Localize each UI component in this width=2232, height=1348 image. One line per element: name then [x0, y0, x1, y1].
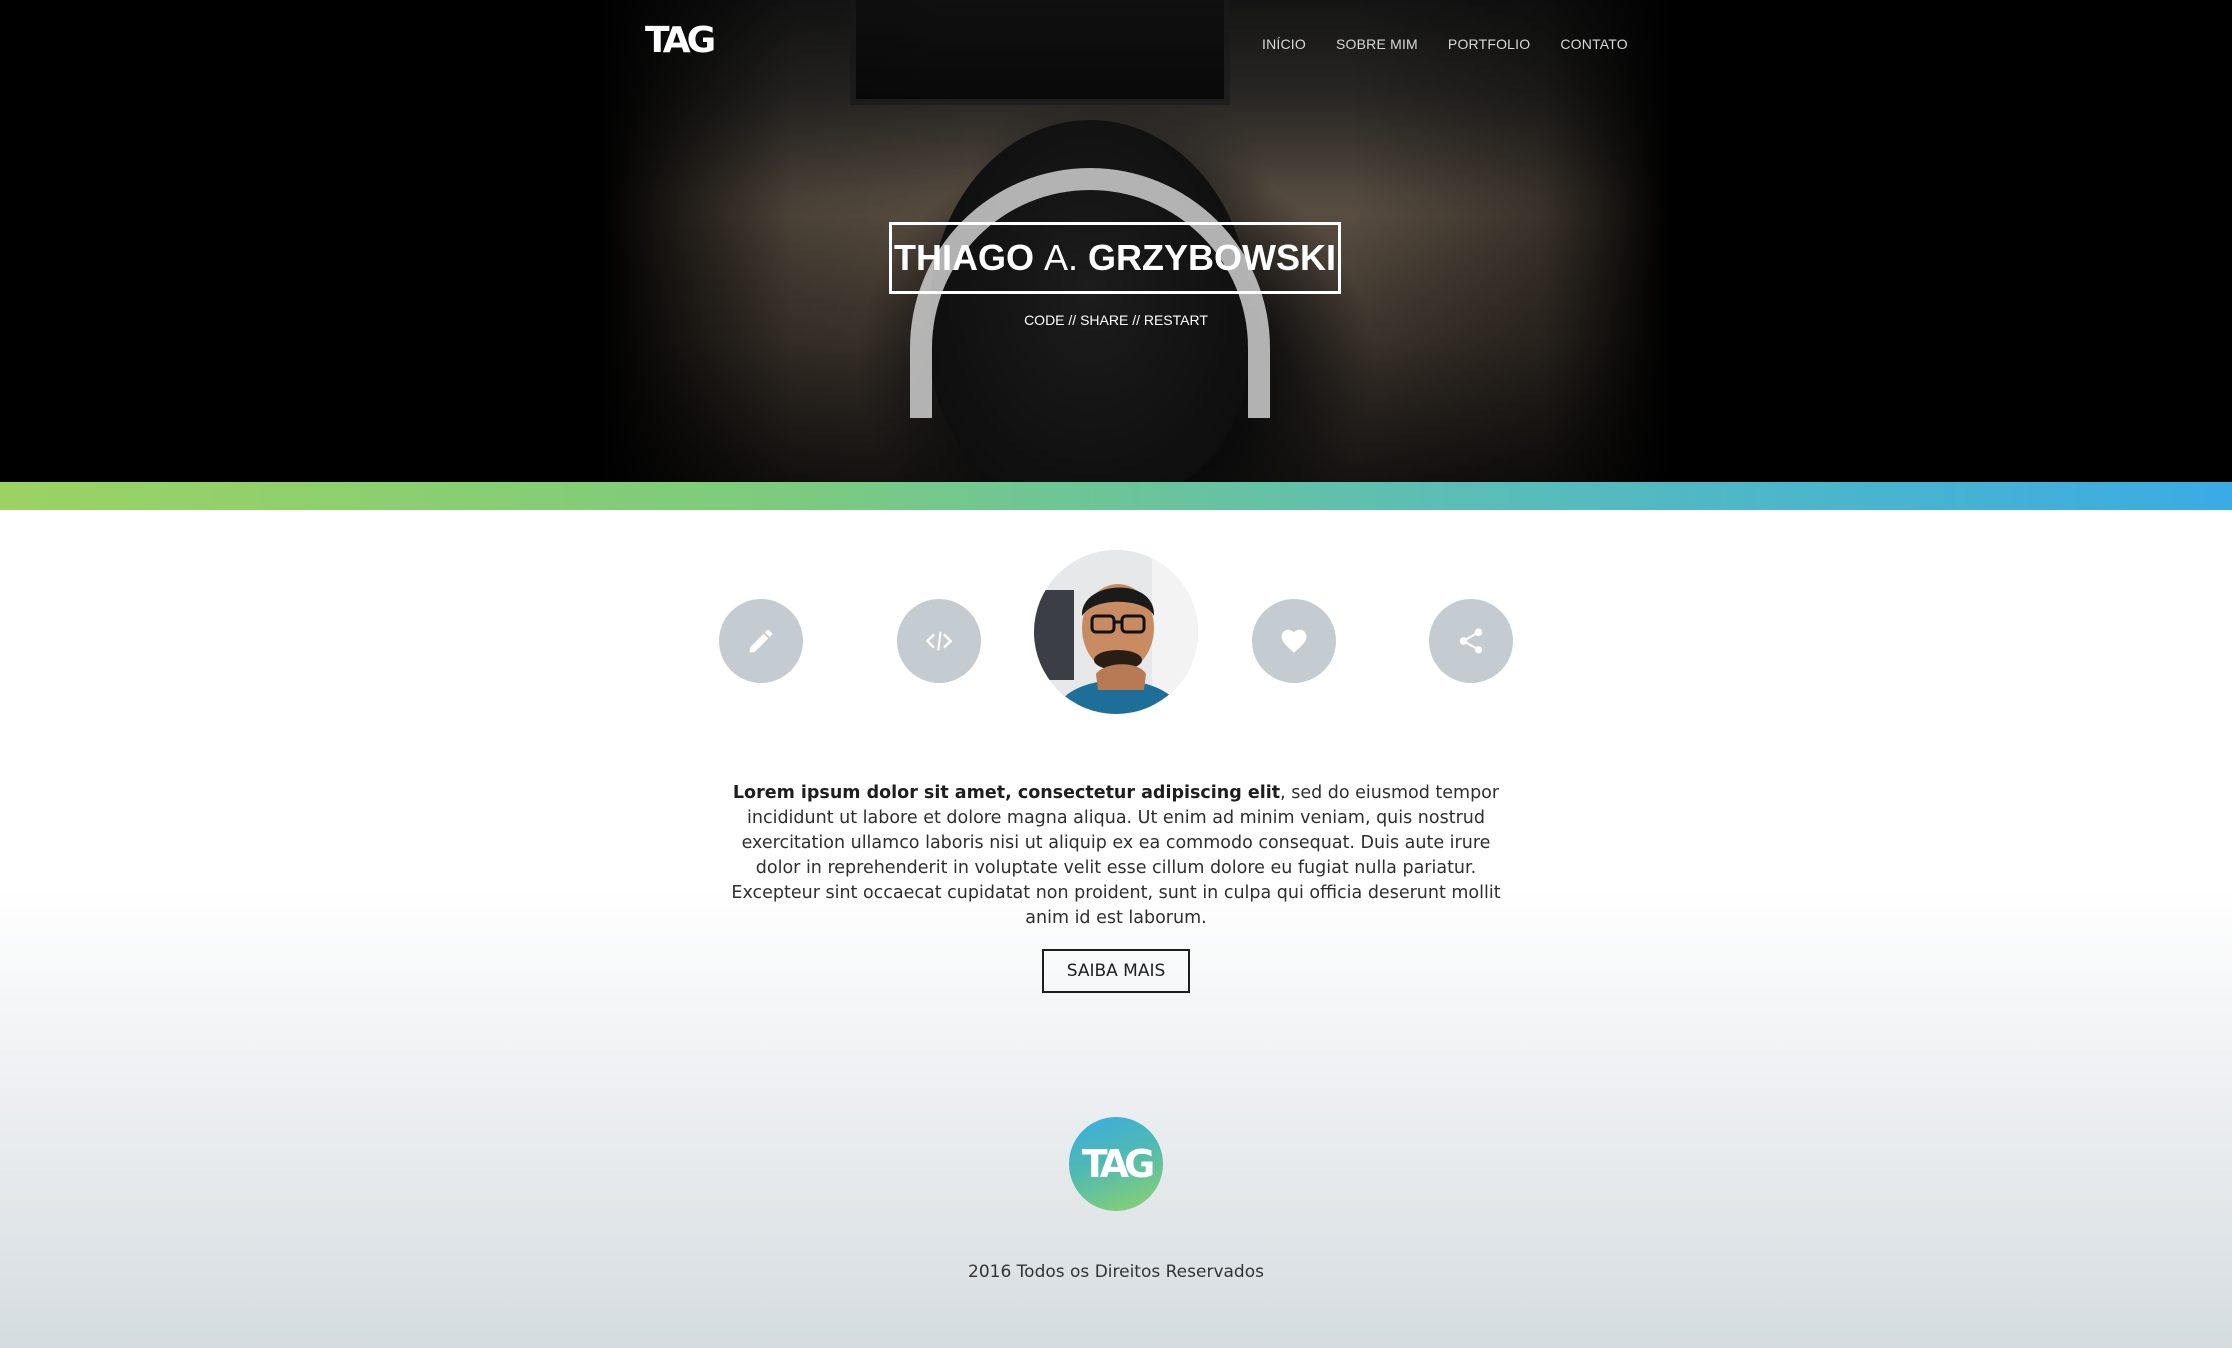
hero-tagline: CODE // SHARE // RESTART [1024, 312, 1208, 328]
intro-paragraph: Lorem ipsum dolor sit amet, consectetur … [728, 781, 1504, 931]
nav-item-sobre-mim[interactable]: SOBRE MIM [1336, 36, 1418, 52]
hero-title-first: THIAGO [893, 237, 1034, 278]
heart-icon[interactable] [1252, 599, 1336, 683]
hero-title-box: THIAGO A. GRZYBOWSKI [889, 222, 1341, 294]
intro-body: , sed do eiusmod tempor incididunt ut la… [731, 782, 1501, 928]
gradient-divider [0, 482, 2232, 510]
nav-item-inicio[interactable]: INÍCIO [1262, 36, 1306, 52]
hero-title-last: GRZYBOWSKI [1088, 237, 1336, 278]
pencil-icon[interactable] [719, 599, 803, 683]
saiba-mais-button[interactable]: SAIBA MAIS [1042, 949, 1190, 993]
share-icon[interactable] [1429, 599, 1513, 683]
nav-item-portfolio[interactable]: PORTFOLIO [1448, 36, 1530, 52]
site-logo[interactable]: TAG [645, 20, 716, 61]
avatar [1034, 550, 1198, 714]
code-icon[interactable] [897, 599, 981, 683]
intro-bold-lead: Lorem ipsum dolor sit amet, consectetur … [732, 782, 1281, 803]
main-nav: INÍCIO SOBRE MIM PORTFOLIO CONTATO [1262, 36, 1628, 52]
hero-section: TAG INÍCIO SOBRE MIM PORTFOLIO CONTATO T… [0, 0, 2232, 482]
footer-logo: TAG [1069, 1117, 1163, 1211]
main-section: Lorem ipsum dolor sit amet, consectetur … [0, 510, 2232, 1348]
nav-item-contato[interactable]: CONTATO [1560, 36, 1628, 52]
hero-title-middle: A. [1043, 237, 1078, 278]
footer-copyright: 2016 Todos os Direitos Reservados [968, 1262, 1264, 1282]
